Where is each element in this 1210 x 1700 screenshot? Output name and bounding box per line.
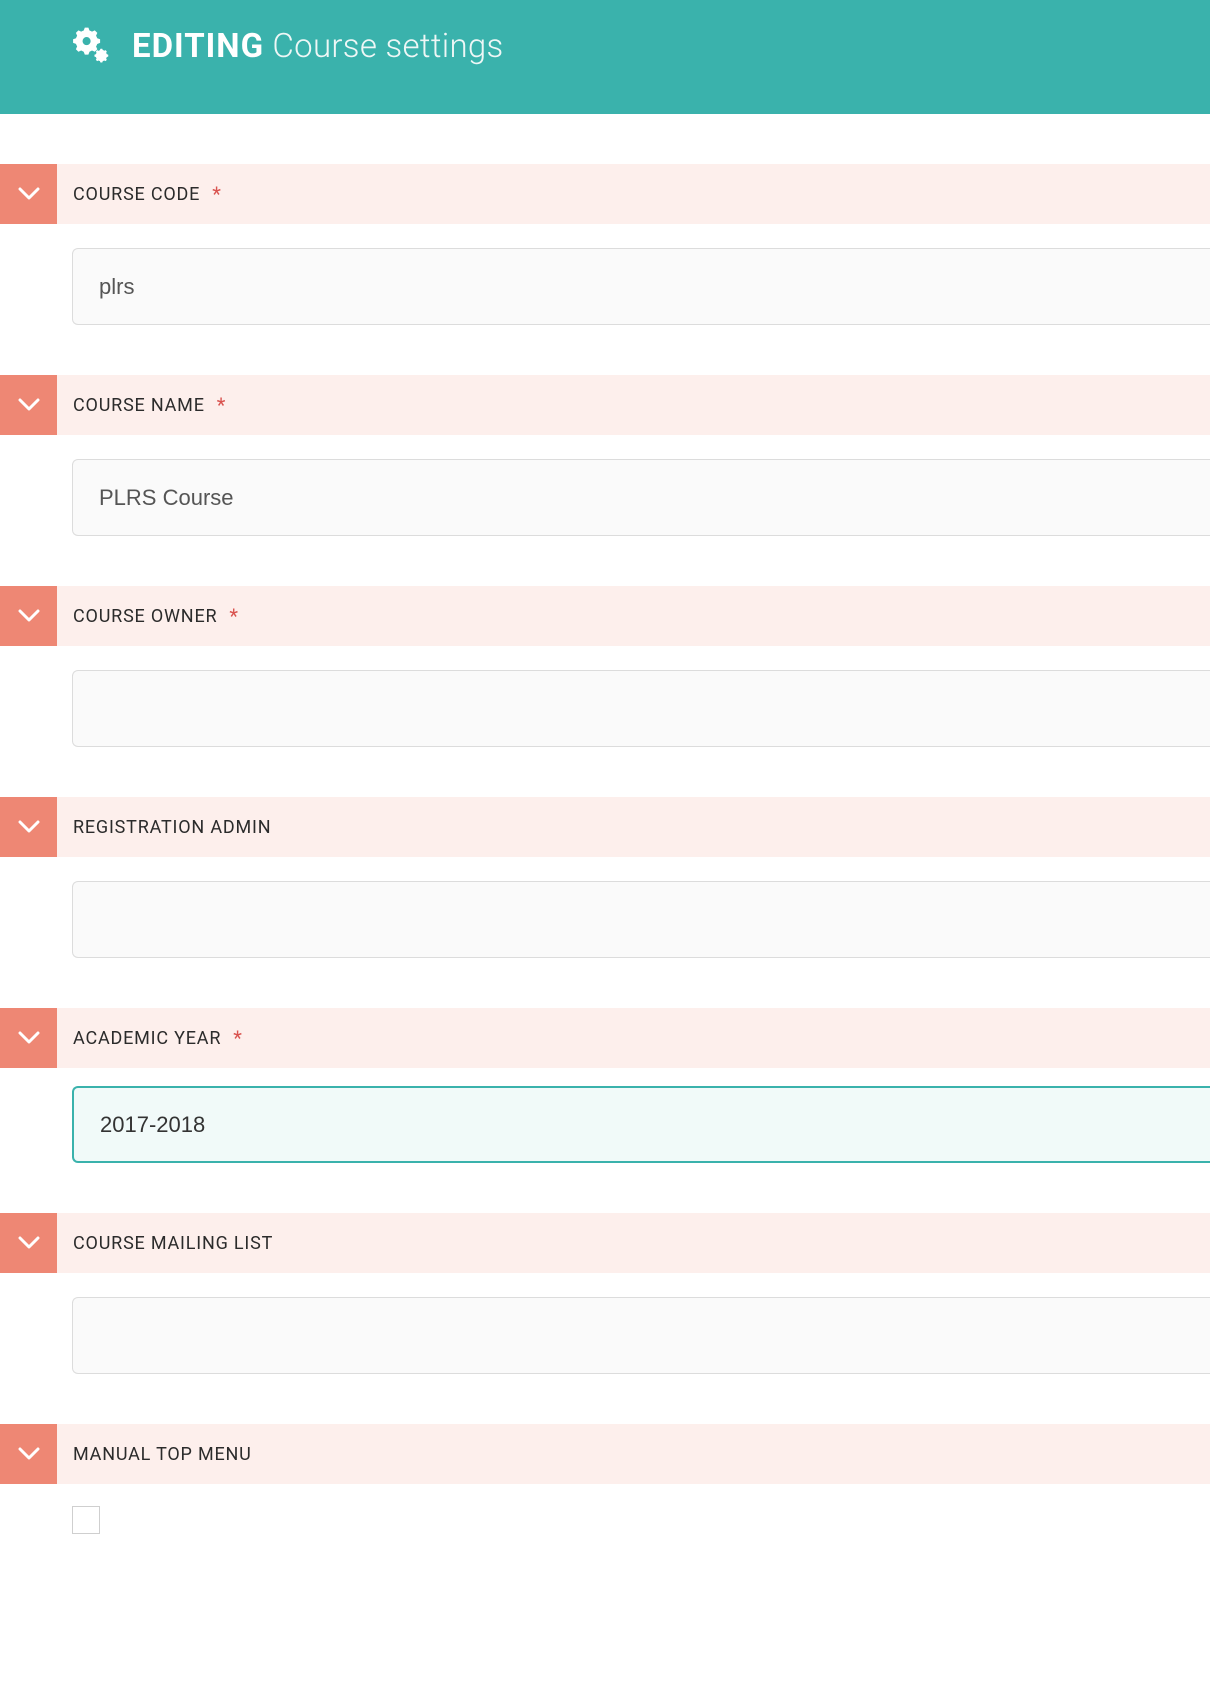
field-academic-year: ACADEMIC YEAR * [0,1008,1210,1163]
required-marker: * [217,395,226,415]
field-label-row: COURSE CODE * [0,164,1210,224]
page-title: EDITING Course settings [132,27,504,66]
field-input-row [0,646,1210,747]
field-registration-admin: REGISTRATION ADMIN [0,797,1210,958]
field-label: COURSE CODE * [57,164,222,224]
field-label-row: COURSE OWNER * [0,586,1210,646]
field-label-row: ACADEMIC YEAR * [0,1008,1210,1068]
field-input-row [0,1273,1210,1374]
collapse-toggle[interactable] [0,1213,57,1273]
field-label: REGISTRATION ADMIN [57,797,271,857]
required-marker: * [233,1028,242,1048]
field-label: COURSE NAME * [57,375,226,435]
collapse-toggle[interactable] [0,1008,57,1068]
field-input-row [0,857,1210,958]
course-mailing-list-input[interactable] [72,1297,1210,1374]
chevron-down-icon [18,398,40,412]
chevron-down-icon [18,1236,40,1250]
course-code-input[interactable] [72,248,1210,325]
field-label: ACADEMIC YEAR * [57,1008,243,1068]
field-label-row: COURSE NAME * [0,375,1210,435]
field-input-row [0,435,1210,536]
collapse-toggle[interactable] [0,164,57,224]
field-input-row [0,224,1210,325]
form-area: COURSE CODE * COURSE NAME * [0,114,1210,1534]
field-course-owner: COURSE OWNER * [0,586,1210,747]
registration-admin-input[interactable] [72,881,1210,958]
chevron-down-icon [18,820,40,834]
collapse-toggle[interactable] [0,1424,57,1484]
field-checkbox-row [0,1484,1210,1534]
field-label: COURSE OWNER * [57,586,239,646]
required-marker: * [229,606,238,626]
field-input-row [0,1068,1210,1163]
collapse-toggle[interactable] [0,586,57,646]
page-title-light: Course settings [272,27,503,66]
field-label-row: MANUAL TOP MENU [0,1424,1210,1484]
page-title-strong: EDITING [132,27,264,66]
required-marker: * [212,184,221,204]
field-course-mailing-list: COURSE MAILING LIST [0,1213,1210,1374]
collapse-toggle[interactable] [0,797,57,857]
field-course-name: COURSE NAME * [0,375,1210,536]
page-header: EDITING Course settings [0,0,1210,114]
course-owner-input[interactable] [72,670,1210,747]
academic-year-input[interactable] [72,1086,1210,1163]
course-name-input[interactable] [72,459,1210,536]
gears-icon [70,24,110,68]
chevron-down-icon [18,1447,40,1461]
field-label-row: REGISTRATION ADMIN [0,797,1210,857]
chevron-down-icon [18,187,40,201]
field-label: MANUAL TOP MENU [57,1424,252,1484]
manual-top-menu-checkbox[interactable] [72,1506,100,1534]
field-label-row: COURSE MAILING LIST [0,1213,1210,1273]
field-manual-top-menu: MANUAL TOP MENU [0,1424,1210,1534]
chevron-down-icon [18,609,40,623]
field-label: COURSE MAILING LIST [57,1213,273,1273]
collapse-toggle[interactable] [0,375,57,435]
chevron-down-icon [18,1031,40,1045]
field-course-code: COURSE CODE * [0,164,1210,325]
